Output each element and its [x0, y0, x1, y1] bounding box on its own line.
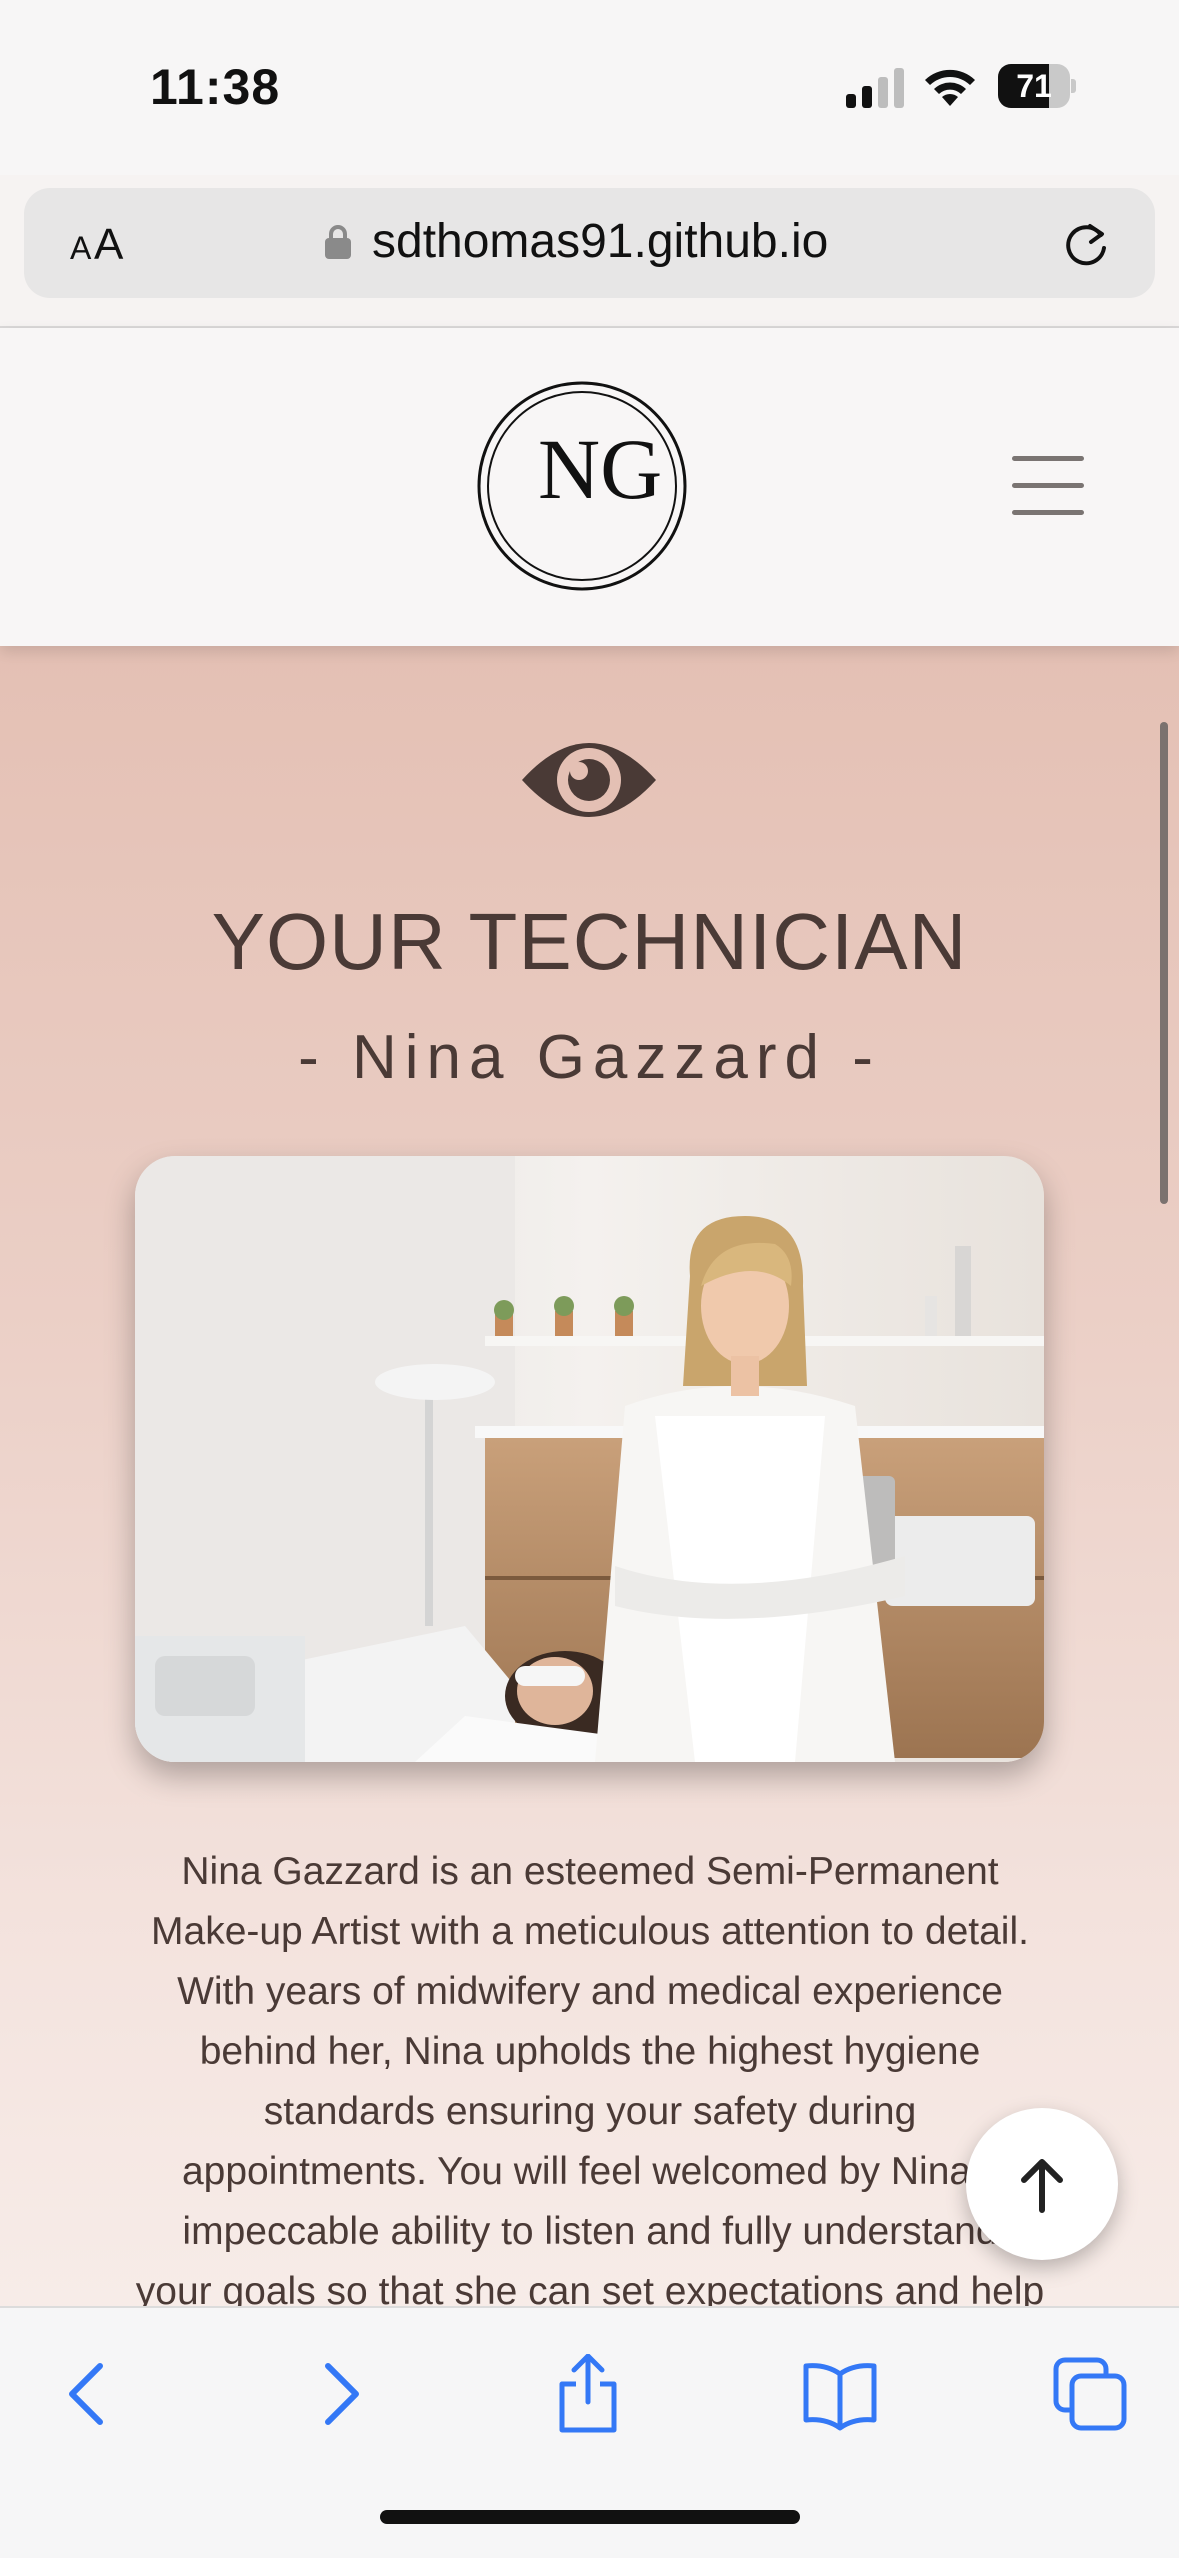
bio-line: Make-up Artist with a meticulous attenti… — [151, 1910, 1029, 1953]
battery-percentage: 71 — [1016, 68, 1052, 104]
status-bar: 11:38 71 — [0, 0, 1179, 175]
bio-line: your goals so that she can set expectati… — [135, 2270, 1045, 2306]
bio-line: behind her, Nina upholds the highest hyg… — [199, 2030, 981, 2073]
section-title: YOUR TECHNICIAN — [211, 897, 968, 986]
technician-bio: Nina Gazzard is an esteemed Semi-Permane… — [118, 1842, 1062, 2306]
chevron-right-icon[interactable] — [300, 2354, 380, 2434]
bio-line: With years of midwifery and medical expe… — [177, 1970, 1003, 2013]
hamburger-menu-icon[interactable] — [1012, 456, 1088, 516]
text-size-large-glyph: A — [94, 220, 124, 269]
chevron-left-icon[interactable] — [48, 2354, 128, 2434]
address-bar[interactable]: A A sdthomas91.github.io — [24, 188, 1155, 298]
text-size-button[interactable]: A A — [70, 214, 160, 274]
back-to-top-button[interactable] — [966, 2108, 1118, 2260]
home-indicator — [380, 2510, 800, 2524]
wifi-icon — [925, 69, 975, 106]
share-icon[interactable] — [548, 2354, 628, 2434]
status-time: 11:38 — [150, 59, 281, 115]
bio-line: standards ensuring your safety during — [263, 2090, 917, 2133]
text-size-small-glyph: A — [70, 230, 92, 266]
arrow-up-icon — [1021, 2159, 1063, 2213]
logo-letters: NG — [538, 421, 662, 517]
ng-logo[interactable]: NG — [476, 380, 688, 592]
bio-line: appointments. You will feel welcomed by … — [181, 2150, 999, 2193]
reload-icon[interactable] — [1060, 218, 1112, 270]
bio-line: Nina Gazzard is an esteemed Semi-Permane… — [181, 1850, 999, 1893]
technician-name: - Nina Gazzard - — [298, 1023, 881, 1092]
site-header: NG — [0, 328, 1179, 646]
technician-photo — [135, 1156, 1044, 1762]
scrollbar[interactable] — [1160, 722, 1168, 1204]
lock-icon — [325, 225, 351, 259]
bio-line: impeccable ability to listen and fully u… — [182, 2210, 998, 2253]
eye-icon — [522, 743, 656, 817]
url-text[interactable]: sdthomas91.github.io — [372, 214, 828, 269]
technician-section: YOUR TECHNICIAN - Nina Gazzard - Nina Ga… — [0, 646, 1179, 2306]
bookmarks-icon[interactable] — [800, 2354, 880, 2434]
tabs-icon[interactable] — [1050, 2354, 1130, 2434]
cellular-signal-icon — [846, 68, 904, 108]
battery-indicator: 71 — [998, 64, 1076, 108]
